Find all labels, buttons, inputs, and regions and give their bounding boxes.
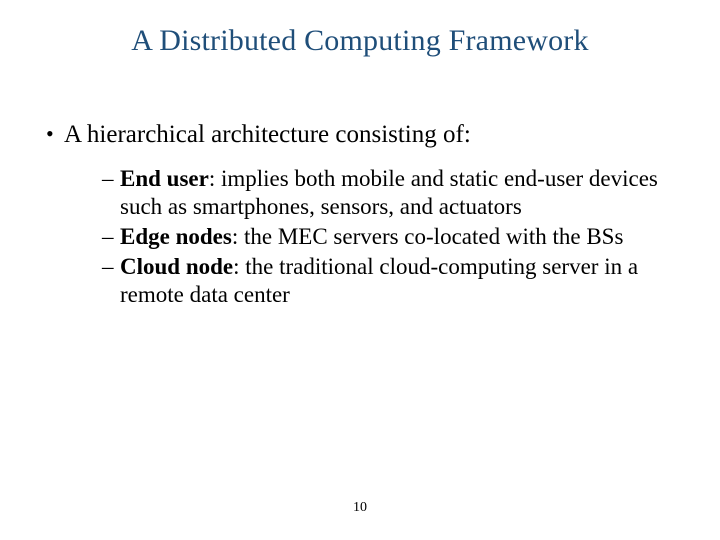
bullet-intro: • A hierarchical architecture consisting… [46, 120, 680, 151]
slide-title: A Distributed Computing Framework [0, 24, 720, 58]
sub-bullet-label: End user [120, 166, 209, 191]
sub-bullet-list: – End user: implies both mobile and stat… [102, 165, 680, 309]
sub-bullet-text: End user: implies both mobile and static… [120, 165, 680, 221]
sub-bullet-item: – End user: implies both mobile and stat… [102, 165, 680, 221]
slide: A Distributed Computing Framework • A hi… [0, 0, 720, 540]
sub-bullet-label: Cloud node [120, 254, 233, 279]
sub-bullet-text: Edge nodes: the MEC servers co-located w… [120, 223, 680, 251]
sub-bullet-label: Edge nodes [120, 224, 232, 249]
sub-bullet-desc: : the MEC servers co-located with the BS… [232, 224, 624, 249]
sub-bullet-item: – Cloud node: the traditional cloud-comp… [102, 253, 680, 309]
bullet-dot-icon: • [46, 120, 64, 148]
sub-bullet-item: – Edge nodes: the MEC servers co-located… [102, 223, 680, 251]
page-number: 10 [0, 500, 720, 516]
dash-icon: – [102, 253, 120, 281]
dash-icon: – [102, 165, 120, 193]
dash-icon: – [102, 223, 120, 251]
slide-body: • A hierarchical architecture consisting… [46, 120, 680, 311]
bullet-intro-text: A hierarchical architecture consisting o… [64, 120, 680, 151]
sub-bullet-text: Cloud node: the traditional cloud-comput… [120, 253, 680, 309]
